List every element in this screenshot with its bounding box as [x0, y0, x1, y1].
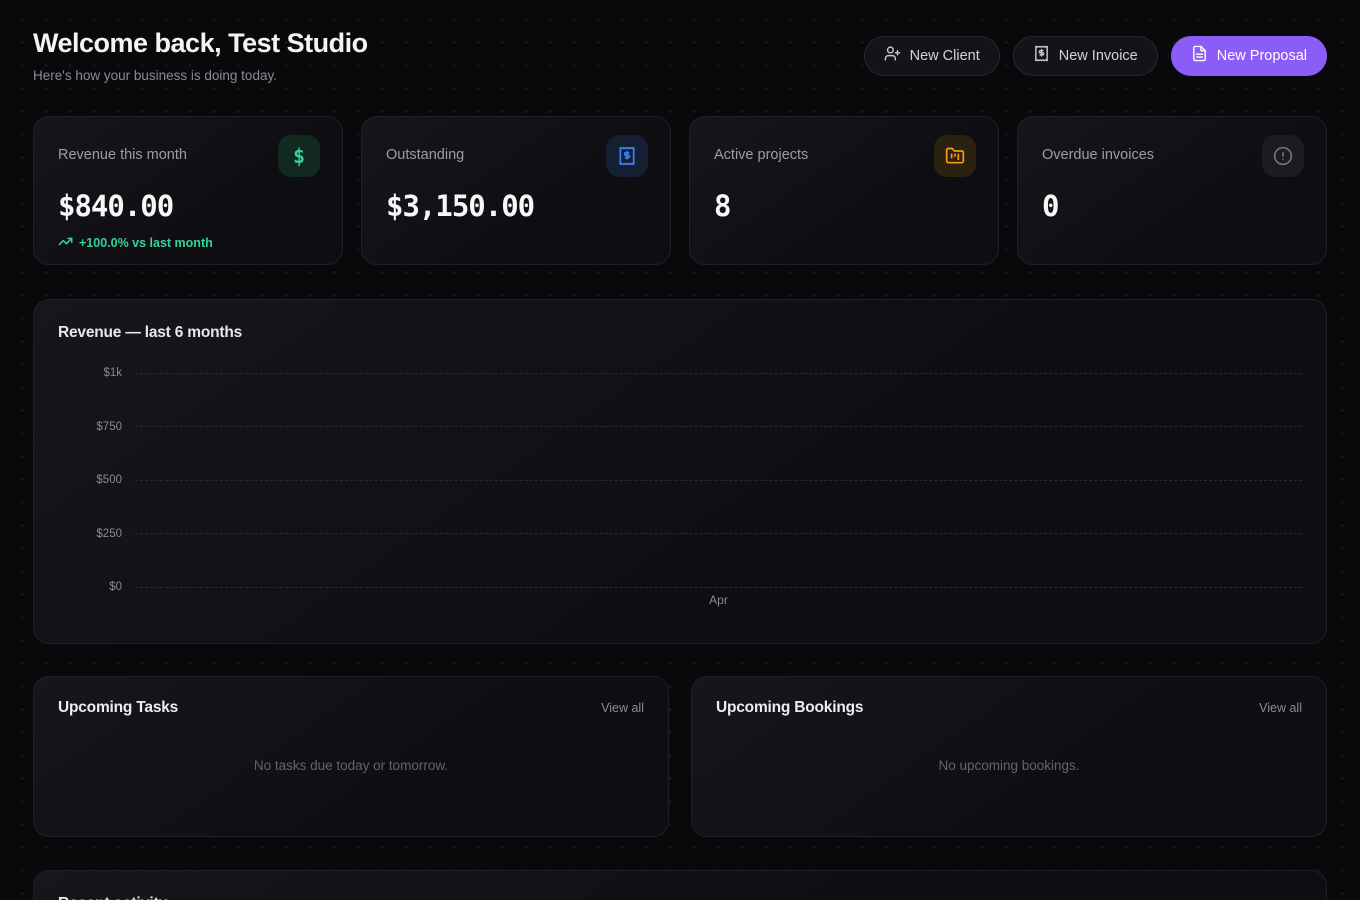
stat-card-overdue-invoices: Overdue invoices 0	[1017, 116, 1327, 265]
stat-cards-row: Revenue this month $ $840.00 +100.0% vs …	[33, 116, 1327, 265]
y-tick-label: $500	[58, 474, 135, 486]
tasks-view-all-link[interactable]: View all	[601, 701, 644, 715]
header-actions: New Client New Invoice New Proposal	[864, 36, 1327, 76]
gridline	[135, 426, 1302, 427]
tasks-empty-state: No tasks due today or tomorrow.	[58, 717, 644, 814]
stat-value: 8	[714, 189, 976, 223]
y-tick-label: $250	[58, 528, 135, 540]
stat-value: $3,150.00	[386, 189, 648, 223]
dashboard-page: Welcome back, Test Studio Here's how you…	[0, 0, 1360, 900]
stat-card-outstanding: Outstanding $3,150.00	[361, 116, 671, 265]
upcoming-tasks-card: Upcoming Tasks View all No tasks due tod…	[33, 676, 669, 837]
trending-up-icon	[58, 234, 73, 252]
stat-label: Active projects	[714, 147, 808, 163]
stat-trend: +100.0% vs last month	[58, 234, 320, 252]
new-invoice-button[interactable]: New Invoice	[1013, 36, 1158, 76]
user-plus-icon	[884, 45, 901, 66]
bookings-card-title: Upcoming Bookings	[716, 699, 863, 717]
chart-title: Revenue — last 6 months	[58, 324, 1302, 342]
y-tick-label: $1k	[58, 367, 135, 379]
new-invoice-label: New Invoice	[1059, 48, 1138, 64]
y-tick-label: $0	[58, 581, 135, 593]
receipt-icon	[606, 135, 648, 177]
alert-circle-icon	[1262, 135, 1304, 177]
bookings-empty-state: No upcoming bookings.	[716, 717, 1302, 814]
gridline	[135, 373, 1302, 374]
upcoming-bookings-card: Upcoming Bookings View all No upcoming b…	[691, 676, 1327, 837]
stat-label: Outstanding	[386, 147, 464, 163]
stat-trend-label: +100.0% vs last month	[79, 236, 213, 250]
stat-label: Overdue invoices	[1042, 147, 1154, 163]
x-tick-label: Apr	[135, 593, 1302, 607]
stat-card-active-projects: Active projects 8	[689, 116, 999, 265]
recent-activity-card: Recent activity	[33, 870, 1327, 900]
file-text-icon	[1191, 45, 1208, 66]
header-text: Welcome back, Test Studio Here's how you…	[33, 28, 368, 83]
new-client-label: New Client	[910, 48, 980, 64]
new-client-button[interactable]: New Client	[864, 36, 1000, 76]
gridline	[135, 587, 1302, 588]
bookings-view-all-link[interactable]: View all	[1259, 701, 1302, 715]
receipt-icon	[1033, 45, 1050, 66]
gridline	[135, 533, 1302, 534]
recent-activity-title: Recent activity	[58, 895, 1302, 900]
chart-plot-area: $1k $750 $500 $250 $0	[58, 373, 1302, 587]
dollar-sign-icon: $	[278, 135, 320, 177]
stat-label: Revenue this month	[58, 147, 187, 163]
tasks-card-title: Upcoming Tasks	[58, 699, 178, 717]
page-subtitle: Here's how your business is doing today.	[33, 68, 368, 83]
page-header: Welcome back, Test Studio Here's how you…	[33, 28, 1327, 83]
new-proposal-button[interactable]: New Proposal	[1171, 36, 1327, 76]
new-proposal-label: New Proposal	[1217, 48, 1307, 64]
stat-value: $840.00	[58, 189, 320, 223]
revenue-chart-card: Revenue — last 6 months $1k $750 $500 $2…	[33, 299, 1327, 644]
gridline	[135, 480, 1302, 481]
folder-kanban-icon	[934, 135, 976, 177]
page-title: Welcome back, Test Studio	[33, 28, 368, 59]
stat-card-revenue: Revenue this month $ $840.00 +100.0% vs …	[33, 116, 343, 265]
stat-value: 0	[1042, 189, 1304, 223]
y-tick-label: $750	[58, 421, 135, 433]
lists-row: Upcoming Tasks View all No tasks due tod…	[33, 676, 1327, 837]
